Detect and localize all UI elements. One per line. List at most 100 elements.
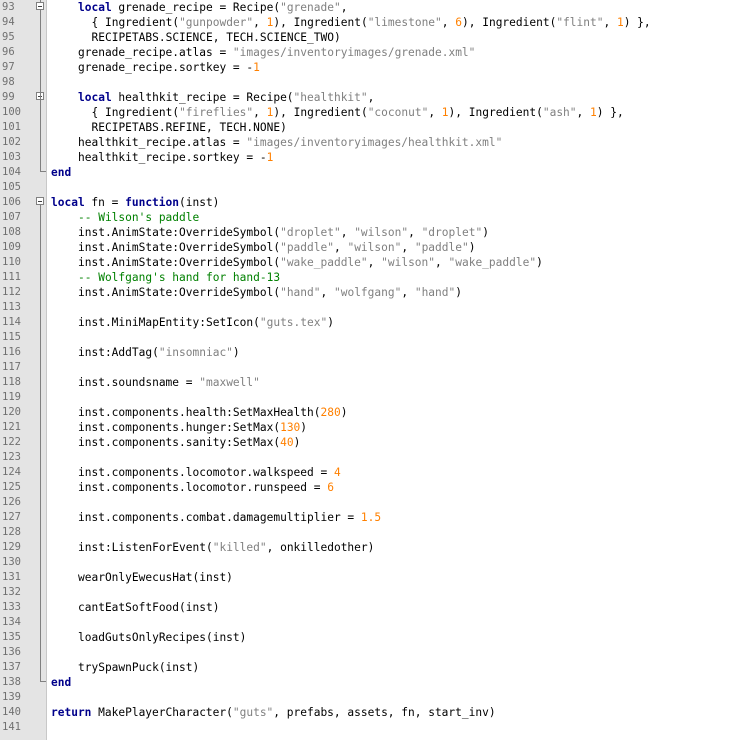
code-line[interactable]: 113	[0, 300, 756, 315]
code-token: "hand"	[280, 286, 321, 299]
line-number: 100	[2, 106, 21, 118]
code-line[interactable]: 138 end	[0, 675, 756, 690]
code-line[interactable]: 96 grenade_recipe.atlas = "images/invento…	[0, 45, 756, 60]
code-line[interactable]: 131 wearOnlyEwecusHat(inst)	[0, 570, 756, 585]
code-token: 6	[327, 481, 334, 494]
code-token: 1	[266, 151, 274, 164]
code-line[interactable]: 107 -- Wilson's paddle	[0, 210, 756, 225]
code-line[interactable]: 116 inst:AddTag("insomniac")	[0, 345, 756, 360]
code-line[interactable]: 135 loadGutsOnlyRecipes(inst)	[0, 630, 756, 645]
code-token: loadGutsOnlyRecipes(inst)	[78, 631, 247, 644]
code-line[interactable]: 108 inst.AnimState:OverrideSymbol("drople…	[0, 225, 756, 240]
fold-guide-line	[40, 0, 41, 2]
line-number: 120	[2, 406, 21, 418]
code-line[interactable]: 139	[0, 690, 756, 705]
code-line[interactable]: 123	[0, 450, 756, 465]
code-line[interactable]: 112 inst.AnimState:OverrideSymbol("hand",…	[0, 285, 756, 300]
code-token: inst:ListenForEvent(	[78, 541, 213, 554]
code-line[interactable]: 120 inst.components.health:SetMaxHealth(2…	[0, 405, 756, 420]
code-line[interactable]: 105	[0, 180, 756, 195]
code-token: inst:AddTag(	[78, 346, 159, 359]
code-token: )	[300, 421, 308, 434]
code-line[interactable]: 119	[0, 390, 756, 405]
line-number: 115	[2, 331, 21, 343]
code-token: ,	[576, 106, 591, 119]
code-line[interactable]: 98	[0, 75, 756, 90]
code-token: )	[536, 256, 543, 269]
code-line[interactable]: 101 RECIPETABS.REFINE, TECH.NONE)	[0, 120, 756, 135]
code-line[interactable]: 93 local grenade_recipe = Recipe("grenade…	[0, 0, 756, 15]
code-text: cantEatSoftFood(inst)	[78, 600, 219, 615]
line-number: 103	[2, 151, 21, 163]
line-number: 98	[2, 76, 15, 88]
code-line[interactable]: 132	[0, 585, 756, 600]
code-editor[interactable]: 93 local grenade_recipe = Recipe("grenade…	[0, 0, 756, 740]
code-line[interactable]: 130	[0, 555, 756, 570]
code-line[interactable]: 110 inst.AnimState:OverrideSymbol("wake_p…	[0, 255, 756, 270]
fold-collapse-icon[interactable]	[36, 2, 44, 10]
code-line[interactable]: 118 inst.soundsname = "maxwell"	[0, 375, 756, 390]
code-line[interactable]: 115	[0, 330, 756, 345]
line-number: 130	[2, 556, 21, 568]
code-line[interactable]: 136	[0, 645, 756, 660]
code-text: grenade_recipe.sortkey = -1	[78, 60, 260, 75]
code-line[interactable]: 94 { Ingredient("gunpowder", 1), Ingredie…	[0, 15, 756, 30]
code-line[interactable]: 134	[0, 615, 756, 630]
code-line[interactable]: 100{ Ingredient("fireflies", 1), Ingredi…	[0, 105, 756, 120]
line-number: 119	[2, 391, 21, 403]
code-line[interactable]: 141	[0, 720, 756, 735]
code-token: ,	[367, 91, 375, 104]
fold-collapse-icon[interactable]	[36, 197, 44, 205]
line-number: 133	[2, 601, 21, 613]
code-text: inst.AnimState:OverrideSymbol("wake_padd…	[78, 255, 543, 270]
code-text: grenade_recipe.atlas = "images/inventory…	[78, 45, 475, 60]
code-line[interactable]: 129 inst:ListenForEvent("killed", onkille…	[0, 540, 756, 555]
code-line[interactable]: 140 return MakePlayerCharacter("guts", pr…	[0, 705, 756, 720]
fold-guide-line	[40, 205, 41, 682]
line-number: 124	[2, 466, 21, 478]
code-line[interactable]: 99 local healthkit_recipe = Recipe("healt…	[0, 90, 756, 105]
code-line[interactable]: 117	[0, 360, 756, 375]
code-line[interactable]: 127 inst.components.combat.damagemultipli…	[0, 510, 756, 525]
code-token: ), Ingredient(	[462, 16, 557, 29]
code-token: "guts"	[232, 706, 274, 719]
code-line[interactable]: 124 inst.components.locomotor.walkspeed =…	[0, 465, 756, 480]
code-text: trySpawnPuck(inst)	[78, 660, 199, 675]
code-token: ), Ingredient(	[273, 106, 368, 119]
code-text: end	[51, 165, 71, 180]
code-line[interactable]: 126	[0, 495, 756, 510]
code-line[interactable]: 111 -- Wolfgang's hand for hand-13	[0, 270, 756, 285]
code-token: ,	[401, 286, 415, 299]
code-line[interactable]: 122 inst.components.sanity:SetMax(40)	[0, 435, 756, 450]
line-number: 109	[2, 241, 21, 253]
code-line[interactable]: 125 inst.components.locomotor.runspeed = …	[0, 480, 756, 495]
code-line[interactable]: 109 inst.AnimState:OverrideSymbol("paddle…	[0, 240, 756, 255]
code-line[interactable]: 97 grenade_recipe.sortkey = -1	[0, 60, 756, 75]
code-line[interactable]: 102 healthkit_recipe.atlas = "images/inve…	[0, 135, 756, 150]
code-token: "gunpowder"	[179, 16, 254, 29]
code-token: "droplet"	[421, 226, 483, 239]
line-number: 95	[2, 31, 15, 43]
code-token: "grenade"	[280, 1, 341, 14]
code-token: "coconut"	[367, 106, 429, 119]
code-token: "insomniac"	[158, 346, 233, 359]
code-token: "wake_paddle"	[448, 256, 537, 269]
code-line[interactable]: 95 RECIPETABS.SCIENCE, TECH.SCIENCE_TWO)	[0, 30, 756, 45]
code-token: ,	[441, 16, 456, 29]
code-token: ,	[320, 286, 334, 299]
code-line[interactable]: 121 inst.components.hunger:SetMax(130)	[0, 420, 756, 435]
code-line[interactable]: 137 trySpawnPuck(inst)	[0, 660, 756, 675]
code-token: )	[340, 406, 348, 419]
code-line[interactable]: 133 cantEatSoftFood(inst)	[0, 600, 756, 615]
code-token: )	[293, 436, 301, 449]
code-line[interactable]: 103 healthkit_recipe.sortkey = -1	[0, 150, 756, 165]
code-line[interactable]: 104 end	[0, 165, 756, 180]
code-token: ) },	[596, 106, 624, 119]
code-token: "hand"	[414, 286, 456, 299]
code-line[interactable]: 128	[0, 525, 756, 540]
code-line[interactable]: 106 local fn = function(inst)	[0, 195, 756, 210]
code-token: "paddle"	[280, 241, 334, 254]
code-text: local fn = function(inst)	[51, 195, 219, 210]
code-line[interactable]: 114 inst.MiniMapEntity:SetIcon("guts.tex"…	[0, 315, 756, 330]
code-token: inst.components.combat.damagemultiplier …	[78, 511, 361, 524]
